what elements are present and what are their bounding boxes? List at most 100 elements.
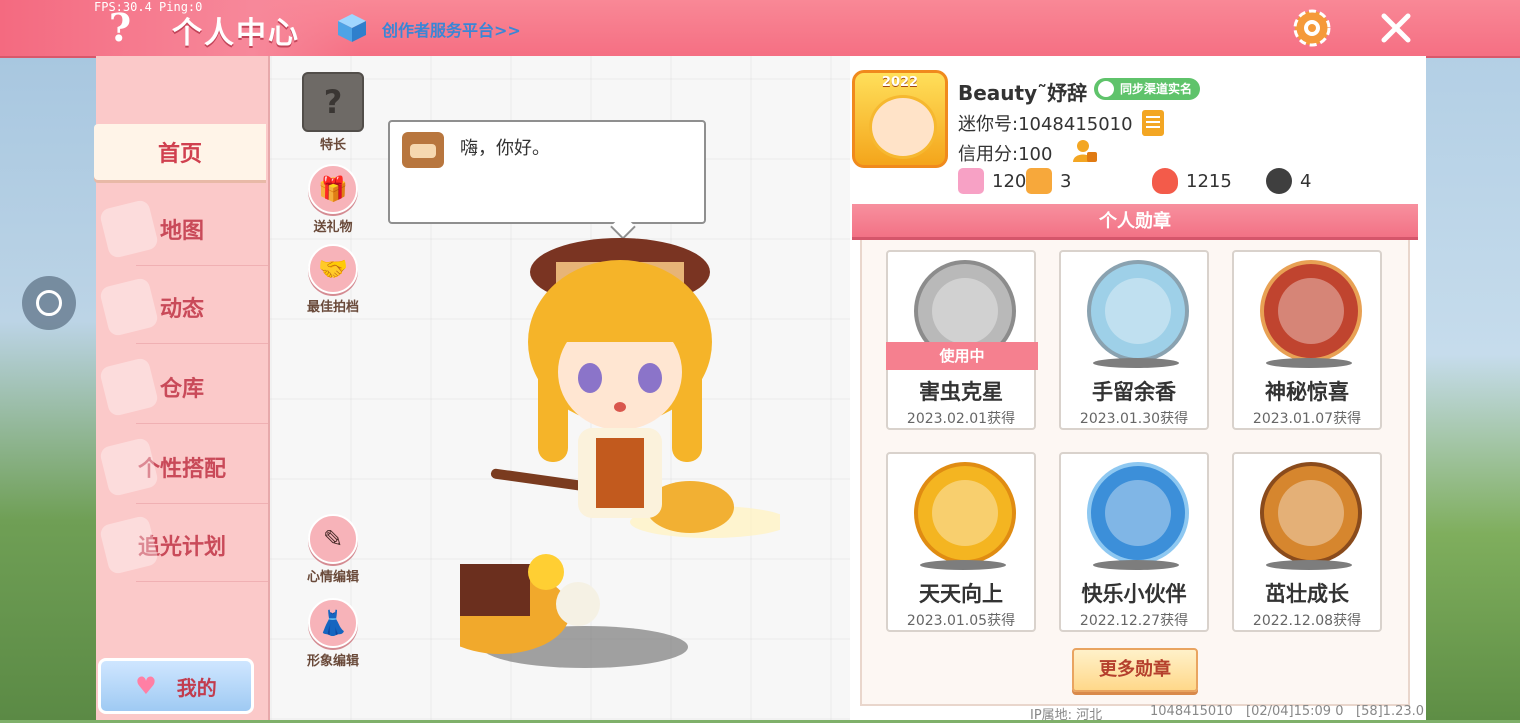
divider: [136, 503, 268, 504]
medal-card[interactable]: 使用中 害虫克星 2023.02.01获得: [886, 250, 1038, 430]
ip-location: IP属地: 河北: [1030, 708, 1103, 723]
medal-name: 天天向上: [919, 582, 1003, 606]
question-block-icon: ?: [302, 72, 364, 132]
medal-date: 2023.01.05获得: [906, 613, 1016, 629]
frog-medal-icon: [1087, 260, 1189, 362]
medal-base: [1266, 358, 1352, 368]
game-world-background-right: [1424, 56, 1520, 720]
sidebar-item-outfit[interactable]: 个性搭配: [96, 430, 268, 504]
medals-header: 个人勋章: [852, 204, 1418, 240]
player-character[interactable]: [460, 232, 780, 672]
sidebar-item-feed[interactable]: 动态: [96, 270, 268, 344]
floating-assistant-button[interactable]: [22, 276, 76, 330]
medal-card[interactable]: 天天向上 2023.01.05获得: [886, 452, 1036, 632]
chase-light-icon: [98, 514, 160, 576]
year-badge: 2022: [881, 75, 919, 90]
medal-card[interactable]: 快乐小伙伴 2022.12.27获得: [1059, 452, 1209, 632]
medal-date: 2022.12.08获得: [1252, 613, 1362, 629]
fps-counter: FPS:30.4 Ping:0: [94, 0, 203, 14]
medal-base: [1093, 560, 1179, 570]
talent-button[interactable]: ? 特长: [298, 72, 368, 153]
friends-medal-icon: [1087, 462, 1189, 564]
outfit-icon: [98, 436, 160, 498]
in-use-badge: 使用中: [886, 342, 1038, 370]
best-partner-button[interactable]: 🤝 最佳拍档: [298, 244, 368, 315]
medal-card[interactable]: 神秘惊喜 2023.01.07获得: [1232, 250, 1382, 430]
medal-name: 手留余香: [1092, 380, 1176, 404]
sidebar-item-label: 动态: [159, 297, 204, 322]
cheer-icon: [1026, 168, 1052, 194]
realname-sync-badge[interactable]: 同步渠道实名: [1094, 78, 1201, 100]
sidebar-item-map[interactable]: 地图: [96, 192, 268, 266]
send-gift-button[interactable]: 🎁 送礼物: [298, 164, 368, 235]
send-gift-label: 送礼物: [313, 220, 353, 235]
sidebar-item-label: 首页: [157, 142, 202, 167]
username: Beauty˜妤辞: [958, 81, 1088, 105]
medal-card[interactable]: 手留余香 2023.01.30获得: [1059, 250, 1209, 430]
sidebar-item-home[interactable]: 首页: [94, 124, 266, 180]
bell-icon: [98, 276, 160, 338]
stat-fans: 3: [1026, 168, 1071, 194]
medal-date: 2023.01.07获得: [1252, 411, 1362, 427]
best-partner-label: 最佳拍档: [306, 300, 359, 315]
credit-score: 信用分:100: [958, 144, 1053, 165]
stat-value: 120: [992, 170, 1027, 192]
stat-value: 4: [1300, 170, 1312, 192]
speech-bubble: 嗨，你好。: [388, 120, 706, 240]
heart-icon: [1266, 168, 1292, 194]
creator-platform-link[interactable]: 创作者服务平台>>: [382, 17, 521, 41]
medal-card[interactable]: 茁壮成长 2022.12.08获得: [1232, 452, 1382, 632]
handshake-icon: 🤝: [308, 244, 358, 294]
medal-base: [1093, 358, 1179, 368]
cube-icon[interactable]: [336, 12, 368, 44]
more-medals-button[interactable]: 更多勋章: [1072, 648, 1198, 692]
divider: [136, 265, 268, 266]
game-world-background-left: [0, 56, 96, 720]
medal-name: 快乐小伙伴: [1081, 582, 1187, 606]
avatar-face-icon: [869, 95, 937, 159]
mood-edit-button[interactable]: ✎ 心情编辑: [298, 514, 368, 585]
gift-box-medal-icon: [1260, 260, 1362, 362]
footer-time: [02/04]15:09 0: [1246, 704, 1344, 719]
stat-value: 1215: [1186, 170, 1232, 192]
plus-badge-icon: [958, 168, 984, 194]
map-icon: [98, 198, 160, 260]
sidebar: 首页 地图 动态 仓库 个性搭配 追光计划: [94, 56, 270, 720]
mood-edit-label: 心情编辑: [306, 570, 359, 585]
stat-popularity: 1215: [1152, 168, 1232, 194]
sidebar-item-warehouse[interactable]: 仓库: [96, 350, 268, 424]
speaker-avatar-icon: [402, 132, 444, 168]
gift-icon: 🎁: [308, 164, 358, 214]
medal-name: 茁壮成长: [1265, 582, 1349, 606]
copy-icon[interactable]: [1142, 110, 1164, 136]
look-edit-label: 形象编辑: [306, 654, 359, 669]
stat-value: 3: [1060, 170, 1072, 192]
divider: [136, 343, 268, 344]
user-shield-icon[interactable]: [1072, 138, 1098, 164]
my-button-label: 我的: [176, 675, 217, 700]
stat-likes-received: 120: [958, 168, 1026, 194]
medal-name: 神秘惊喜: [1265, 380, 1349, 404]
sidebar-item-chase-light[interactable]: 追光计划: [96, 508, 268, 582]
outfit-edit-icon: 👗: [308, 598, 358, 648]
medal-date: 2022.12.27获得: [1079, 613, 1189, 629]
gear-icon[interactable]: [1290, 6, 1334, 50]
my-button[interactable]: ♥ 我的: [98, 658, 254, 714]
warehouse-icon: [98, 356, 160, 418]
sidebar-item-label: 地图: [159, 219, 204, 244]
heart-icon: ♥: [135, 672, 157, 700]
divider: [136, 423, 268, 424]
medal-name: 害虫克星: [919, 380, 1003, 404]
calendar-medal-icon: [914, 462, 1016, 564]
look-edit-button[interactable]: 👗 形象编辑: [298, 598, 368, 669]
medal-base: [1266, 560, 1352, 570]
talent-label: 特长: [319, 138, 346, 153]
medal-base: [920, 560, 1006, 570]
top-header-bar: ? 个人中心 创作者服务平台>>: [0, 0, 1520, 56]
mini-id: 迷你号:1048415010: [958, 114, 1133, 135]
close-icon[interactable]: [1376, 8, 1416, 48]
profile-avatar[interactable]: 2022: [852, 70, 948, 168]
flame-icon: [1152, 168, 1178, 194]
stat-hearts: 4: [1266, 168, 1311, 194]
footer-version: [58]1.23.0: [1356, 704, 1425, 719]
